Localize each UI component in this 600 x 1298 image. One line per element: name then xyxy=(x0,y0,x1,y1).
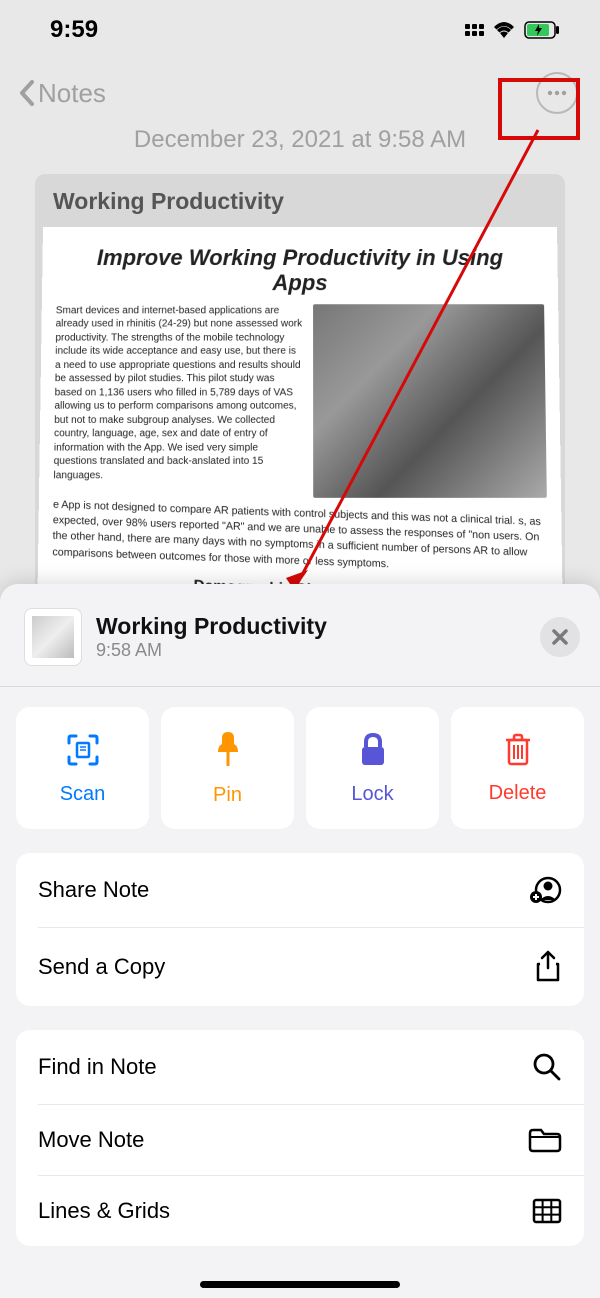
doc-photo xyxy=(313,304,547,498)
more-button[interactable] xyxy=(536,72,578,114)
doc-heading: Improve Working Productivity in Using Ap… xyxy=(56,241,544,304)
quick-actions: Scan Pin Lock Delete xyxy=(0,687,600,853)
status-bar: 9:59 xyxy=(0,0,600,52)
share-note-label: Share Note xyxy=(38,877,149,903)
close-icon xyxy=(551,628,569,646)
share-icon xyxy=(534,950,562,984)
trash-icon xyxy=(503,732,533,768)
chevron-left-icon xyxy=(18,79,36,107)
grid-icon xyxy=(532,1198,562,1224)
lines-label: Lines & Grids xyxy=(38,1198,170,1224)
cellular-icon xyxy=(465,24,484,36)
back-button[interactable]: Notes xyxy=(18,78,106,109)
lock-icon xyxy=(358,731,388,769)
scanned-document[interactable]: Improve Working Productivity in Using Ap… xyxy=(37,227,563,594)
scan-icon xyxy=(64,731,102,769)
sheet-title: Working Productivity xyxy=(96,613,526,640)
scan-label: Scan xyxy=(60,783,106,806)
back-label: Notes xyxy=(38,78,106,109)
share-person-icon xyxy=(528,875,562,905)
find-in-note-item[interactable]: Find in Note xyxy=(16,1030,584,1104)
search-icon xyxy=(532,1052,562,1082)
find-label: Find in Note xyxy=(38,1054,157,1080)
list-group-2: Find in Note Move Note Lines & Grids xyxy=(16,1030,584,1246)
note-card: Working Productivity Improve Working Pro… xyxy=(35,174,565,594)
lock-label: Lock xyxy=(351,783,393,806)
status-icons xyxy=(465,21,560,39)
close-button[interactable] xyxy=(540,617,580,657)
move-label: Move Note xyxy=(38,1127,144,1153)
delete-label: Delete xyxy=(489,782,547,805)
pin-label: Pin xyxy=(213,784,242,807)
nav-bar: Notes xyxy=(0,52,600,124)
list-group-1: Share Note Send a Copy xyxy=(16,853,584,1006)
pin-icon xyxy=(212,730,244,770)
sheet-header: Working Productivity 9:58 AM xyxy=(0,584,600,686)
lines-grids-item[interactable]: Lines & Grids xyxy=(16,1176,584,1246)
ellipsis-icon xyxy=(546,90,568,96)
lock-button[interactable]: Lock xyxy=(306,707,439,829)
send-copy-item[interactable]: Send a Copy xyxy=(16,928,584,1006)
note-title: Working Productivity xyxy=(35,188,565,223)
status-time: 9:59 xyxy=(50,16,98,44)
delete-button[interactable]: Delete xyxy=(451,707,584,829)
scan-button[interactable]: Scan xyxy=(16,707,149,829)
sheet-time: 9:58 AM xyxy=(96,640,526,661)
action-sheet: Working Productivity 9:58 AM Scan Pin Lo… xyxy=(0,584,600,1298)
folder-icon xyxy=(528,1127,562,1153)
send-copy-label: Send a Copy xyxy=(38,954,165,980)
sheet-thumbnail xyxy=(24,608,82,666)
share-note-item[interactable]: Share Note xyxy=(16,853,584,927)
pin-button[interactable]: Pin xyxy=(161,707,294,829)
wifi-icon xyxy=(492,21,516,39)
home-indicator[interactable] xyxy=(200,1281,400,1288)
note-date: December 23, 2021 at 9:58 AM xyxy=(0,124,600,164)
battery-icon xyxy=(524,21,560,39)
move-note-item[interactable]: Move Note xyxy=(16,1105,584,1175)
doc-paragraph-1: Smart devices and internet-based applica… xyxy=(53,304,303,498)
